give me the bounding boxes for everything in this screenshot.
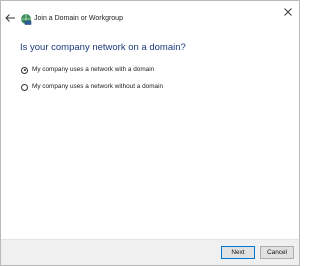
back-button[interactable] bbox=[4, 13, 16, 23]
cancel-button[interactable]: Cancel bbox=[260, 246, 294, 259]
wizard-window: Join a Domain or Workgroup Is your compa… bbox=[0, 0, 300, 266]
option-without-domain[interactable]: My company uses a network without a doma… bbox=[21, 82, 163, 92]
window-title: Join a Domain or Workgroup bbox=[34, 15, 123, 22]
option-with-domain[interactable]: My company uses a network with a domain bbox=[21, 65, 154, 75]
close-icon bbox=[284, 8, 292, 16]
radio-with-domain[interactable] bbox=[21, 66, 28, 74]
close-button[interactable] bbox=[283, 7, 293, 17]
network-computer-icon bbox=[20, 13, 32, 25]
next-button[interactable]: Next bbox=[221, 246, 255, 259]
option-label-with-domain: My company uses a network with a domain bbox=[32, 66, 155, 73]
title-bar: Join a Domain or Workgroup bbox=[1, 1, 299, 29]
page-heading: Is your company network on a domain? bbox=[20, 42, 186, 53]
radio-without-domain[interactable] bbox=[21, 83, 28, 91]
option-label-without-domain: My company uses a network without a doma… bbox=[32, 83, 164, 90]
back-arrow-icon bbox=[5, 14, 15, 22]
button-bar: Next Cancel bbox=[1, 239, 299, 265]
